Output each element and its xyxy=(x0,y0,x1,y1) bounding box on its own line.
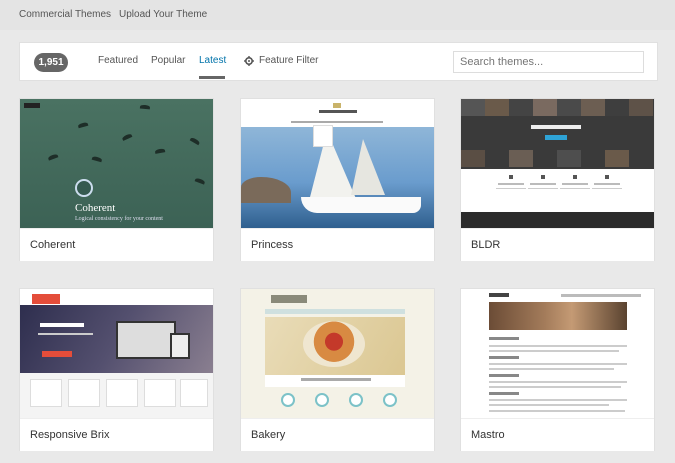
preview-tagline: Logical consistency for your content xyxy=(75,216,163,222)
theme-card-bakery[interactable]: Bakery xyxy=(240,288,435,451)
gear-icon xyxy=(244,55,254,66)
search-themes-input[interactable] xyxy=(453,51,644,73)
theme-name: Mastro xyxy=(461,418,654,451)
feature-filter-label: Feature Filter xyxy=(259,55,319,66)
theme-screenshot xyxy=(461,289,654,418)
feature-filter-button[interactable]: Feature Filter xyxy=(244,55,318,66)
theme-screenshot xyxy=(241,289,434,418)
tab-popular[interactable]: Popular xyxy=(151,55,185,66)
theme-screenshot xyxy=(20,289,213,418)
theme-card-responsive-brix[interactable]: Responsive Brix xyxy=(19,288,214,451)
top-nav: Commercial Themes Upload Your Theme xyxy=(0,0,675,30)
upload-theme-link[interactable]: Upload Your Theme xyxy=(119,9,207,20)
theme-logo-icon xyxy=(75,179,93,197)
tab-featured[interactable]: Featured xyxy=(98,55,138,66)
theme-card-princess[interactable]: Princess xyxy=(240,98,435,261)
theme-screenshot: Coherent Logical consistency for your co… xyxy=(20,99,213,228)
preview-title: Coherent xyxy=(75,202,116,214)
theme-card-mastro[interactable]: Mastro xyxy=(460,288,655,451)
theme-name: Princess xyxy=(241,228,434,261)
commercial-themes-link[interactable]: Commercial Themes xyxy=(19,9,111,20)
theme-card-coherent[interactable]: Coherent Logical consistency for your co… xyxy=(19,98,214,261)
filter-bar: 1,951 Featured Popular Latest Feature Fi… xyxy=(19,42,658,81)
theme-name: Coherent xyxy=(20,228,213,261)
theme-name: BLDR xyxy=(461,228,654,261)
active-tab-indicator xyxy=(199,76,225,79)
theme-card-bldr[interactable]: BLDR xyxy=(460,98,655,261)
theme-count-badge: 1,951 xyxy=(34,53,68,72)
theme-name: Bakery xyxy=(241,418,434,451)
theme-screenshot xyxy=(461,99,654,228)
theme-screenshot xyxy=(241,99,434,228)
theme-name: Responsive Brix xyxy=(20,418,213,451)
tab-latest[interactable]: Latest xyxy=(199,55,226,66)
